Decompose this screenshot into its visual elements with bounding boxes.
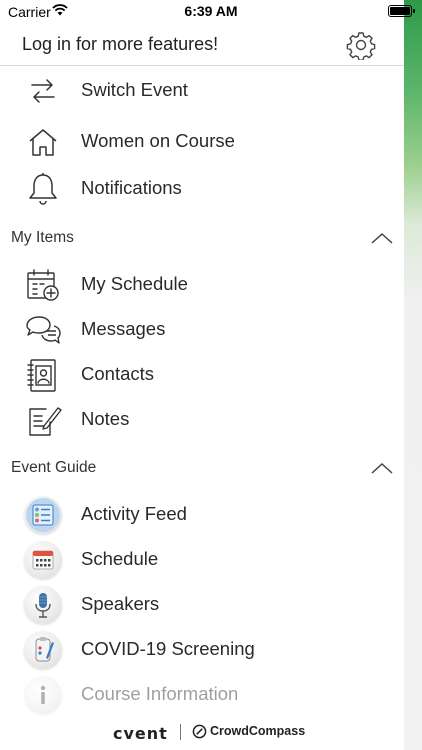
menu-item-label: Speakers xyxy=(81,593,160,614)
info-icon xyxy=(24,676,62,714)
menu-item-label: Women on Course xyxy=(81,130,235,151)
menu-item-label: Schedule xyxy=(81,548,159,569)
menu-item-messages[interactable]: Messages xyxy=(0,308,404,352)
menu-item-label: COVID-19 Screening xyxy=(81,638,255,659)
chat-bubbles-icon xyxy=(26,316,61,344)
activity-feed-icon xyxy=(24,496,62,534)
bell-icon xyxy=(29,173,57,205)
microphone-icon xyxy=(24,586,62,624)
menu-item-schedule[interactable]: Schedule xyxy=(0,538,404,582)
clock: 6:39 AM xyxy=(184,3,238,19)
menu-item-label: Course Information xyxy=(81,683,239,704)
section-title: My Items xyxy=(11,229,74,246)
menu-item-contacts[interactable]: Contacts xyxy=(0,353,404,397)
chevron-up-icon[interactable] xyxy=(370,461,394,475)
menu-item-label: Contacts xyxy=(81,363,155,384)
menu-item-label: My Schedule xyxy=(81,273,188,294)
section-header-event-guide[interactable]: Event Guide xyxy=(0,451,404,485)
menu-item-label: Switch Event xyxy=(81,79,188,100)
calendar-add-icon xyxy=(27,269,59,301)
status-bar: Carrier 6:39 AM xyxy=(0,0,422,24)
switch-arrows-icon xyxy=(31,79,55,103)
cvent-logo: cvent xyxy=(113,724,168,743)
contacts-book-icon xyxy=(27,359,56,392)
menu-item-label: Activity Feed xyxy=(81,503,187,524)
gear-icon[interactable] xyxy=(346,30,376,60)
menu-item-activity-feed[interactable]: Activity Feed xyxy=(0,493,404,537)
menu-item-women-on-course[interactable]: Women on Course xyxy=(0,120,404,164)
footer-branding: cvent CrowdCompass xyxy=(0,718,404,748)
app-background-edge xyxy=(404,0,422,750)
menu-item-my-schedule[interactable]: My Schedule xyxy=(0,263,404,307)
menu-item-notifications[interactable]: Notifications xyxy=(0,167,404,211)
home-icon xyxy=(29,129,57,156)
crowdcompass-logo-icon xyxy=(192,724,207,739)
menu-item-covid-screening[interactable]: COVID-19 Screening xyxy=(0,628,404,672)
section-title: Event Guide xyxy=(11,459,97,476)
menu-item-label: Messages xyxy=(81,318,166,339)
drawer-header: Log in for more features! xyxy=(0,24,404,66)
battery-icon xyxy=(388,5,415,17)
menu-item-switch-event[interactable]: Switch Event xyxy=(0,69,404,113)
menu-item-speakers[interactable]: Speakers xyxy=(0,583,404,627)
screening-icon xyxy=(24,631,62,669)
menu-item-course-information[interactable]: Course Information xyxy=(0,673,404,717)
menu-item-label: Notifications xyxy=(81,177,182,198)
chevron-up-icon[interactable] xyxy=(370,231,394,245)
menu-item-label: Notes xyxy=(81,408,130,429)
login-prompt[interactable]: Log in for more features! xyxy=(22,34,218,55)
menu-item-notes[interactable]: Notes xyxy=(0,398,404,442)
footer-divider xyxy=(180,724,181,740)
section-header-my-items[interactable]: My Items xyxy=(0,221,404,255)
notes-pencil-icon xyxy=(29,407,62,436)
crowdcompass-logo-text: CrowdCompass xyxy=(210,724,306,738)
navigation-drawer: Carrier 6:39 AM Log in for more features… xyxy=(0,0,415,750)
schedule-calendar-icon xyxy=(24,541,62,579)
